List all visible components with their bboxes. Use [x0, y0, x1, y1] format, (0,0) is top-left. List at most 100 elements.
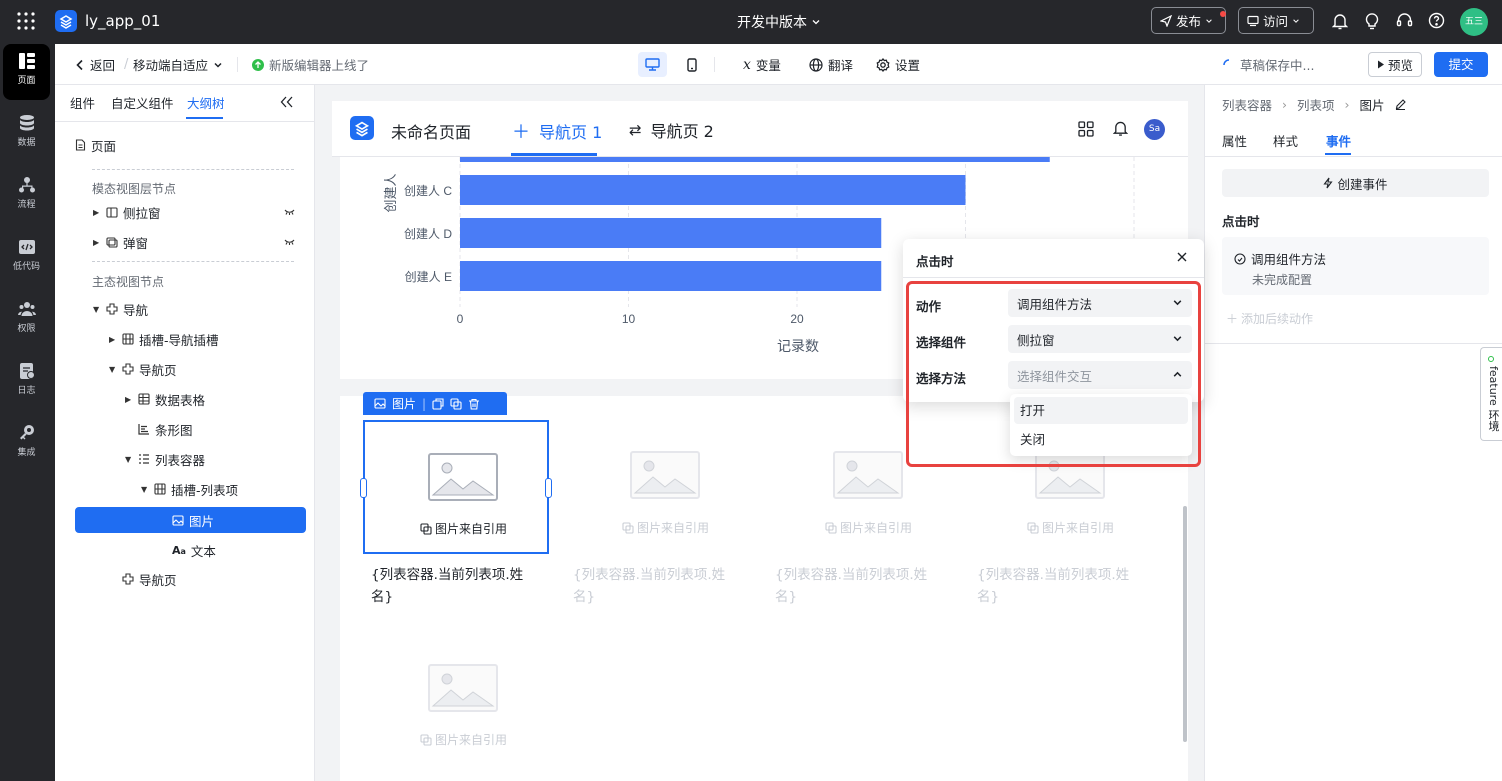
nav-item-permission[interactable]: 权限 [3, 292, 50, 348]
tab-nav-page-2[interactable]: ⇄ 导航页 2 [629, 118, 714, 142]
copy-icon [825, 521, 837, 534]
add-followup-action[interactable]: ＋ 添加后续动作 [1226, 310, 1313, 327]
tree-node-page[interactable]: 页面 [75, 135, 116, 155]
settings-button[interactable]: 设置 [876, 44, 920, 85]
bell-icon[interactable] [1113, 120, 1128, 137]
tree-node-data-table[interactable]: ▶ 数据表格 [125, 389, 205, 409]
collapse-arrow-icon[interactable]: ▼ [125, 455, 133, 464]
duplicate-icon[interactable] [450, 397, 462, 410]
collapse-arrow-icon[interactable]: ▼ [93, 305, 101, 314]
image-icon [374, 398, 386, 409]
tab-properties[interactable]: 属性 [1222, 131, 1247, 150]
image-placeholder[interactable] [630, 451, 700, 499]
submit-button[interactable]: 提交 [1434, 52, 1488, 77]
nav-item-lowcode[interactable]: 低代码 [3, 230, 50, 286]
headset-icon[interactable] [1396, 12, 1413, 29]
nav-item-integration[interactable]: 集成 [3, 416, 50, 472]
image-ref-label: 图片来自引用 [622, 519, 709, 536]
bell-icon[interactable] [1332, 13, 1348, 30]
globe-icon [809, 57, 823, 72]
create-event-button[interactable]: 创建事件 [1222, 169, 1489, 197]
chevron-right-icon: › [1282, 97, 1288, 112]
expand-arrow-icon[interactable]: ▶ [109, 335, 117, 344]
plus-icon: ＋ [512, 122, 530, 143]
tree-node-text[interactable]: Aa 文本 [172, 540, 216, 560]
image-component-selected[interactable]: 图片来自引用 [360, 420, 552, 554]
tab-components[interactable]: 组件 [70, 93, 95, 112]
tab-nav-page-1[interactable]: ＋ 导航页 1 [512, 118, 602, 144]
expand-arrow-icon[interactable]: ▶ [125, 395, 133, 404]
editor-notice[interactable]: 新版编辑器上线了 [252, 44, 369, 85]
select-parent-icon[interactable] [432, 397, 444, 410]
active-tab-underline [186, 117, 223, 119]
delete-icon[interactable] [468, 398, 480, 410]
translate-button[interactable]: 翻译 [809, 44, 853, 85]
tree-node-bar-chart[interactable]: 条形图 [138, 419, 193, 439]
list-item-name: {列表容器.当前列表项.姓名} [573, 567, 726, 605]
tree-node-list-item-slot[interactable]: ▼ 插槽-列表项 [141, 479, 238, 499]
method-icon [1234, 252, 1246, 265]
collapse-arrow-icon[interactable]: ▼ [141, 485, 149, 494]
tab-style[interactable]: 样式 [1273, 131, 1298, 150]
resize-handle-left[interactable] [360, 478, 367, 498]
help-icon[interactable] [1428, 12, 1445, 29]
tree-node-list-container[interactable]: ▼ 列表容器 [125, 449, 205, 469]
image-placeholder[interactable] [833, 451, 903, 499]
nav-item-data[interactable]: 数据 [3, 106, 50, 162]
app-name[interactable]: ly_app_01 [85, 12, 160, 30]
publish-button[interactable]: 发布 [1151, 7, 1226, 34]
chevron-down-icon [1206, 18, 1212, 23]
nav-item-page[interactable]: 页面 [3, 44, 50, 100]
mobile-view-toggle[interactable] [679, 52, 704, 77]
component-icon [122, 573, 134, 585]
page-mode-select[interactable]: 移动端自适应 [133, 44, 223, 85]
resize-handle-right[interactable] [545, 478, 552, 498]
breadcrumb-item[interactable]: 列表容器 [1222, 95, 1272, 114]
tree-node-drawer[interactable]: ▶ 侧拉窗 [93, 202, 161, 222]
edit-icon[interactable] [1395, 99, 1406, 110]
page-logo-icon [350, 116, 374, 140]
image-ref-text: 图片来自引用 [435, 733, 508, 747]
expand-arrow-icon[interactable]: ▶ [93, 238, 101, 247]
lightbulb-icon[interactable] [1364, 12, 1380, 30]
tab-events[interactable]: 事件 [1326, 131, 1351, 150]
version-selector[interactable]: 开发中版本 [737, 12, 821, 32]
hidden-eye-icon[interactable] [284, 239, 295, 245]
visit-button[interactable]: 访问 [1238, 7, 1314, 34]
user-avatar[interactable]: 五三 [1460, 8, 1488, 36]
variables-button[interactable]: 𝑥 变量 [743, 44, 781, 85]
apps-grid-icon[interactable] [16, 11, 36, 31]
nav-item-log[interactable]: 日志 [3, 354, 50, 410]
file-icon [75, 139, 86, 151]
publish-label: 发布 [1176, 14, 1202, 29]
tree-node-nav-page-2[interactable]: 导航页 [122, 569, 177, 589]
breadcrumb-item[interactable]: 列表项 [1297, 95, 1335, 114]
collapse-panel-icon[interactable] [280, 96, 294, 108]
tree-node-dialog[interactable]: ▶ 弹窗 [93, 232, 148, 252]
tree-node-image[interactable]: 图片 [172, 510, 214, 530]
event-section-title: 点击时 [1222, 214, 1260, 229]
tree-node-nav-slot[interactable]: ▶ 插槽-导航插槽 [109, 329, 219, 349]
tab-custom-components[interactable]: 自定义组件 [111, 93, 174, 112]
image-placeholder[interactable] [428, 664, 498, 712]
feature-env-tab[interactable]: feature 环境 [1480, 347, 1502, 441]
hidden-eye-icon[interactable] [284, 209, 295, 215]
popup-title: 点击时 [916, 254, 954, 269]
desktop-view-toggle[interactable] [638, 52, 667, 77]
tree-node-nav-page[interactable]: ▼ 导航页 [109, 359, 177, 379]
scrollbar[interactable] [1183, 506, 1187, 742]
close-icon[interactable] [1176, 251, 1188, 263]
back-button[interactable]: 返回 [75, 44, 115, 85]
grid-icon[interactable] [1078, 121, 1094, 137]
image-icon [172, 514, 184, 526]
collapse-arrow-icon[interactable]: ▼ [109, 365, 117, 374]
image-ref-label: 图片来自引用 [420, 520, 507, 537]
preview-button[interactable]: 预览 [1368, 52, 1422, 77]
tab-outline-tree[interactable]: 大纲树 [187, 93, 225, 112]
nav-item-flow[interactable]: 流程 [3, 168, 50, 224]
tree-node-nav[interactable]: ▼ 导航 [93, 299, 148, 319]
image-placeholder [428, 453, 498, 501]
page-user-avatar[interactable]: Sa [1144, 119, 1165, 140]
expand-arrow-icon[interactable]: ▶ [93, 208, 101, 217]
event-action-card[interactable]: 调用组件方法 未完成配置 [1222, 237, 1489, 295]
